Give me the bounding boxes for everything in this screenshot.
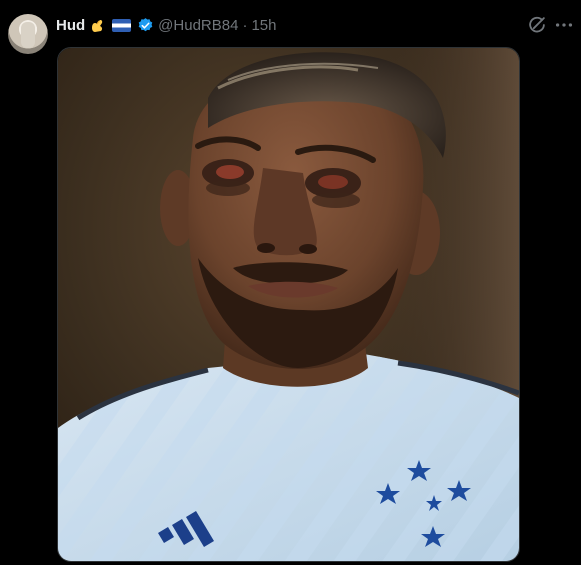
author-line: Hud @HudRB84 · 15h xyxy=(56,14,276,36)
post-media-image[interactable] xyxy=(57,47,520,562)
author-name[interactable]: Hud xyxy=(56,17,85,34)
author-handle[interactable]: @HudRB84 xyxy=(158,17,238,34)
more-icon[interactable] xyxy=(553,14,575,36)
verified-badge-icon xyxy=(137,17,154,34)
avatar[interactable] xyxy=(8,14,48,54)
flag-emoji-icon xyxy=(112,18,132,32)
grok-icon[interactable] xyxy=(526,14,548,36)
separator-dot: · xyxy=(242,16,248,34)
flexed-arm-emoji-icon xyxy=(89,16,107,34)
post-timestamp[interactable]: 15h xyxy=(251,17,276,34)
